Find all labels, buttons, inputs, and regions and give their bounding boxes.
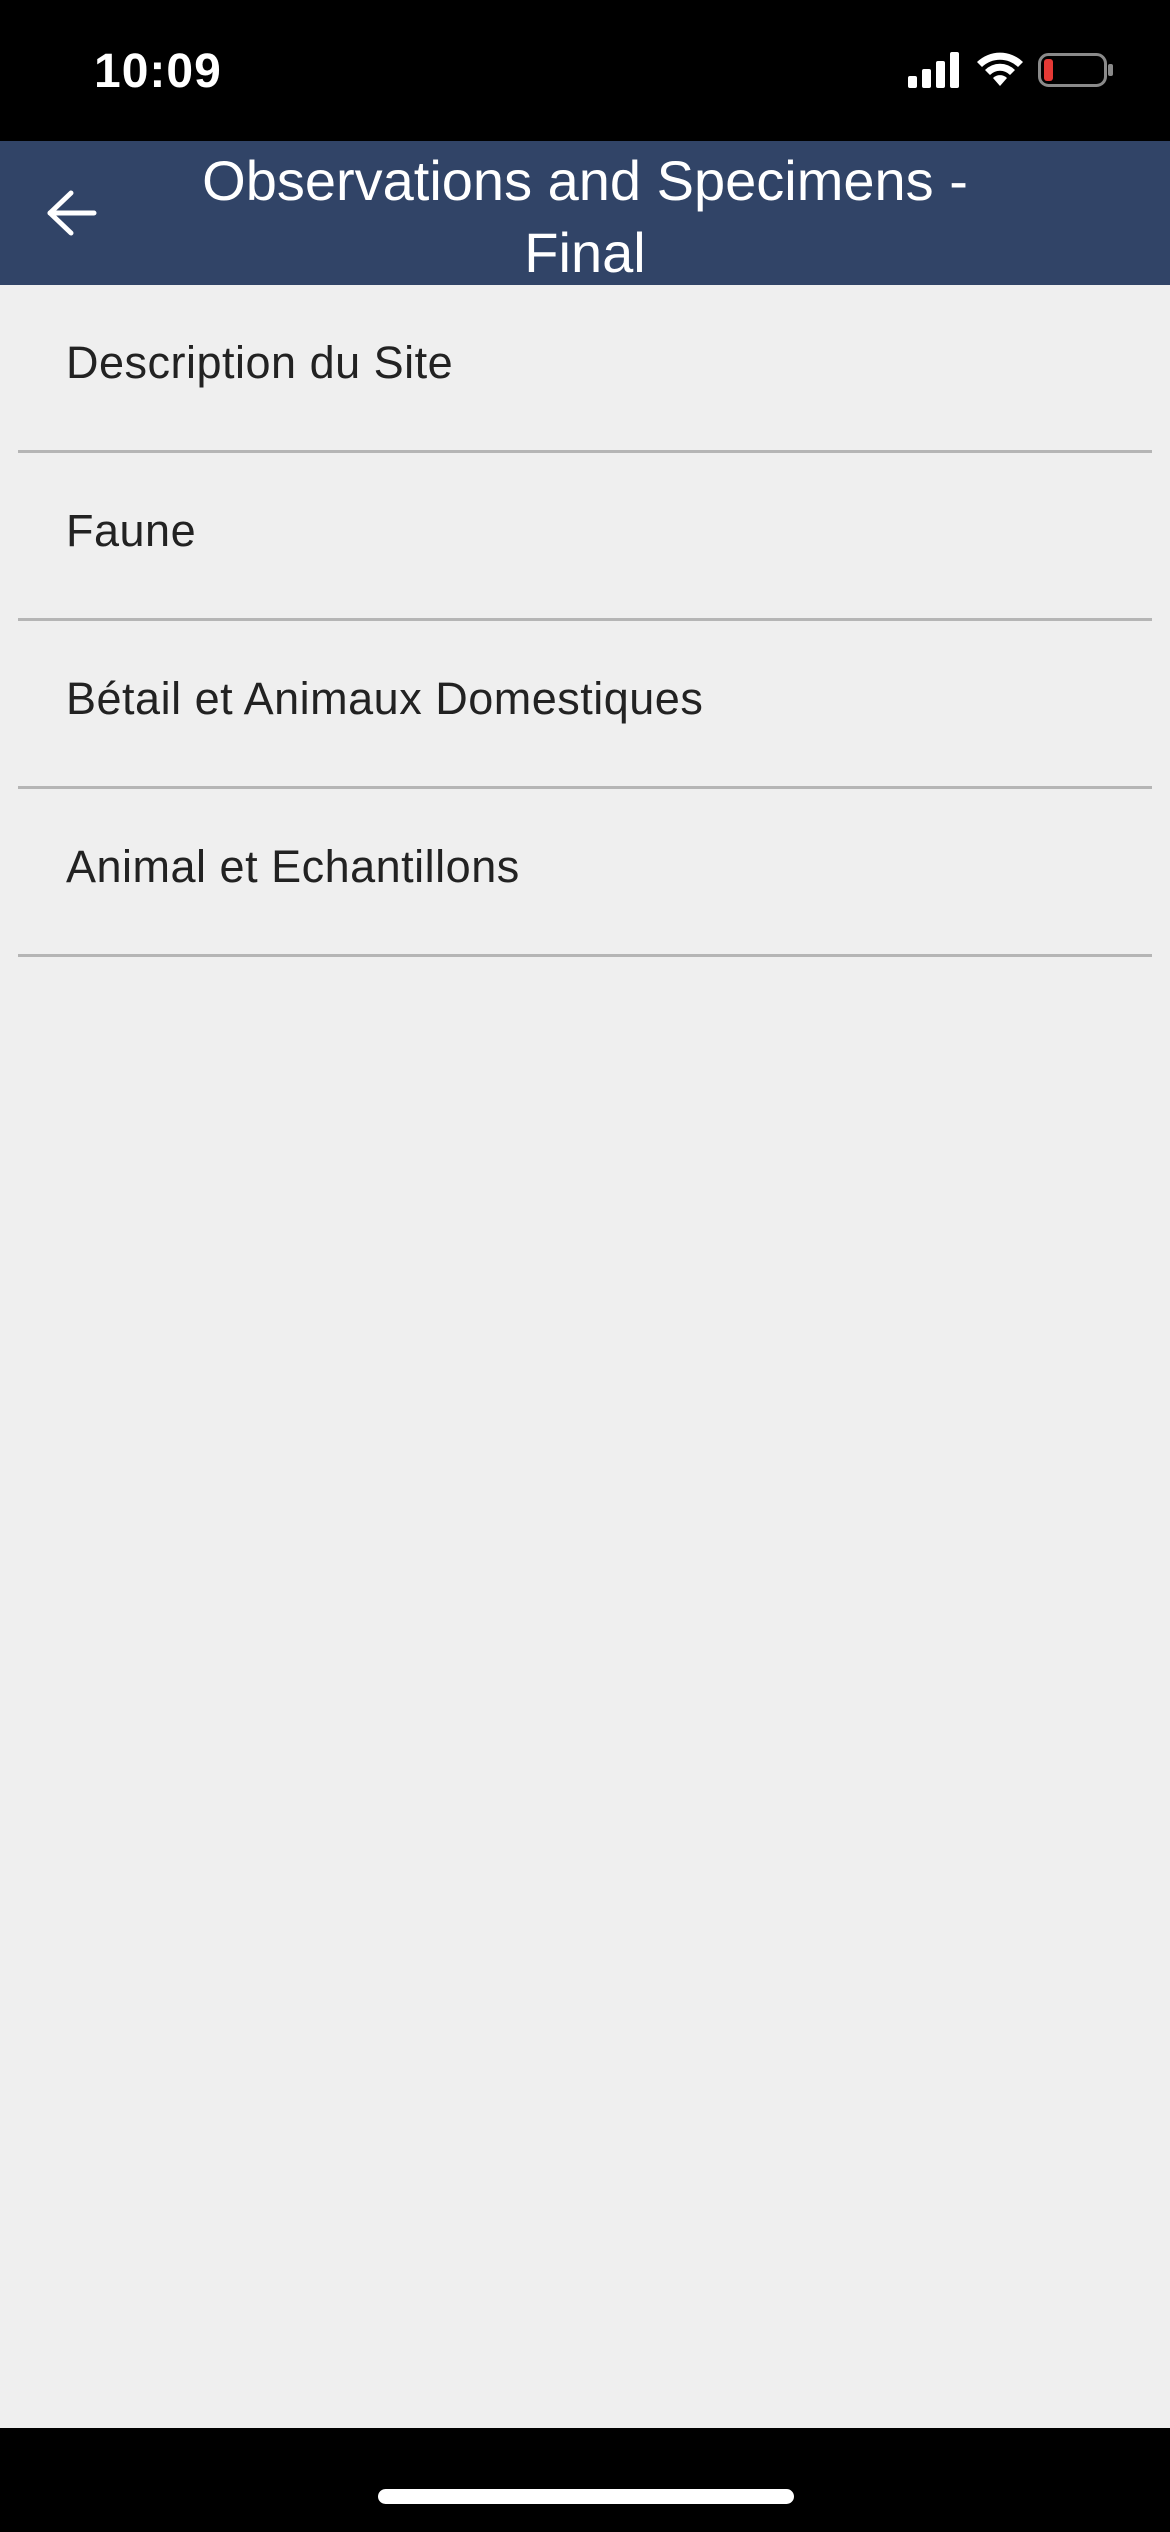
list-item-label: Description du Site [66, 337, 454, 388]
list-item-faune[interactable]: Faune [18, 453, 1152, 621]
status-icons [908, 52, 1114, 93]
bottom-bar [0, 2428, 1170, 2532]
app-header: Observations and Specimens - Final [0, 141, 1170, 285]
arrow-left-icon [44, 185, 100, 246]
status-bar: 10:09 [0, 0, 1170, 141]
section-list: Description du Site Faune Bétail et Anim… [0, 285, 1170, 957]
signal-icon [908, 52, 962, 93]
list-item-animal-et-echantillons[interactable]: Animal et Echantillons [18, 789, 1152, 957]
list-item-label: Faune [66, 505, 197, 556]
battery-low-icon [1038, 52, 1114, 93]
list-item-description-du-site[interactable]: Description du Site [18, 285, 1152, 453]
wifi-icon [976, 52, 1024, 93]
page-title: Observations and Specimens - Final [202, 149, 968, 284]
list-item-betail-et-animaux-domestiques[interactable]: Bétail et Animaux Domestiques [18, 621, 1152, 789]
status-time: 10:09 [94, 45, 222, 98]
home-indicator[interactable] [378, 2489, 794, 2504]
list-item-label: Bétail et Animaux Domestiques [66, 673, 704, 724]
list-item-label: Animal et Echantillons [66, 841, 520, 892]
back-button[interactable] [34, 177, 110, 253]
app-screen: 10:09 Observations and Specimens - Final… [0, 0, 1170, 2532]
